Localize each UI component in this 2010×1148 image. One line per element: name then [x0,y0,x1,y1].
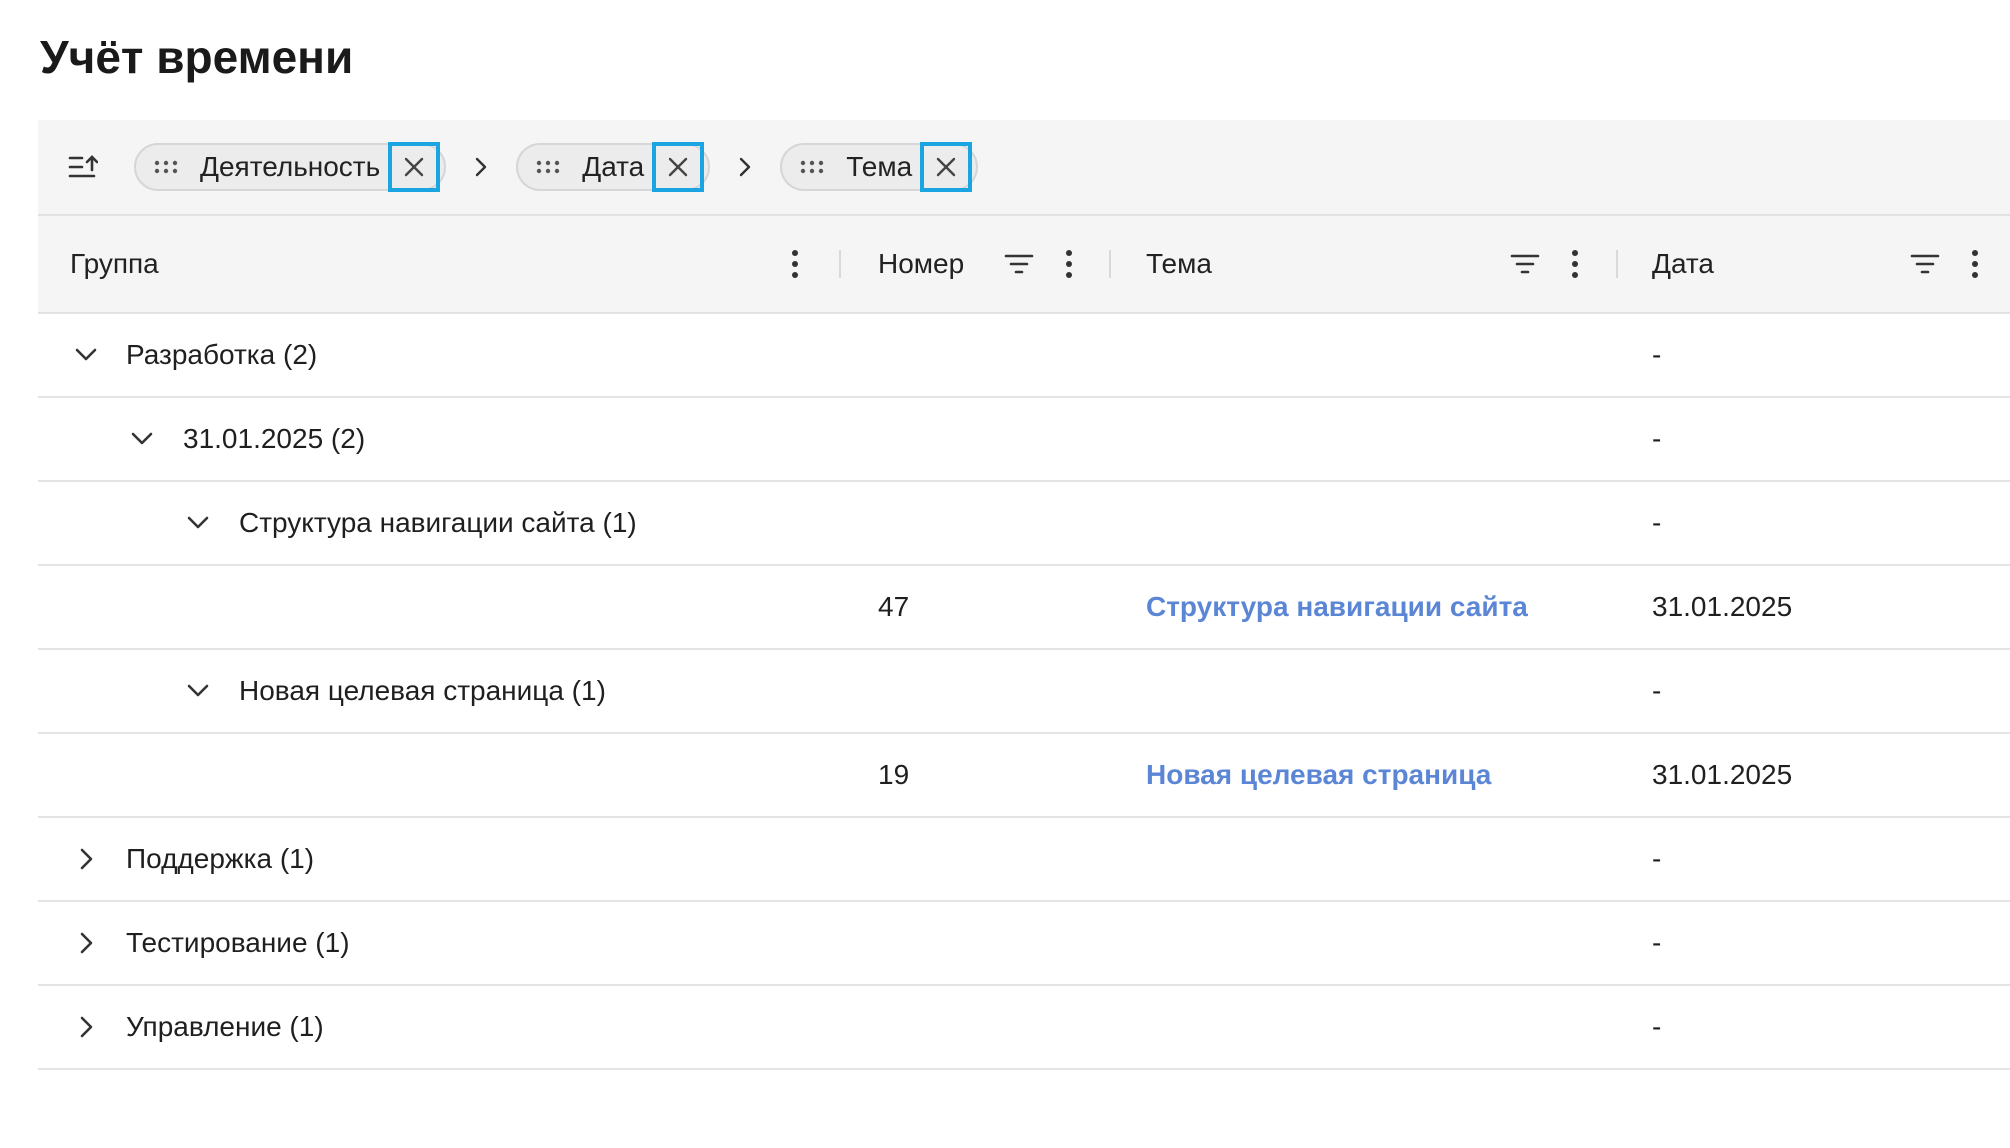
remove-group-button[interactable] [388,142,441,192]
group-row-label: Управление (1) [126,1011,324,1042]
group-by-icon [68,150,102,184]
column-separator[interactable] [1616,250,1618,278]
group-row-label: Новая целевая страница (1) [239,675,606,706]
group-row-label: Структура навигации сайта (1) [239,507,637,538]
group-row[interactable]: Поддержка (1) - [38,818,2010,902]
column-header-date[interactable]: Дата [1652,216,1714,312]
group-row[interactable]: Разработка (2) - [38,314,2010,398]
chevron-down-icon[interactable] [127,398,157,480]
group-row-label: Разработка (2) [126,339,318,370]
cell-date: - [1652,339,1662,370]
table-row[interactable]: 47 Структура навигации сайта 31.01.2025 [38,566,2010,650]
cell-date: - [1652,843,1662,874]
drag-handle-icon[interactable] [800,154,826,180]
column-menu-icon[interactable] [1054,249,1084,279]
data-grid: Деятельность Дата Тема Группа Номер Тема… [38,120,2010,1070]
drag-handle-icon[interactable] [154,154,180,180]
group-chip-date[interactable]: Дата [516,142,711,192]
chevron-right-icon [446,156,516,178]
column-header-number[interactable]: Номер [878,216,964,312]
column-menu-icon[interactable] [1960,249,1990,279]
column-header-group[interactable]: Группа [70,216,159,312]
cell-date: - [1652,507,1662,538]
group-row[interactable]: Управление (1) - [38,986,2010,1070]
group-row[interactable]: Тестирование (1) - [38,902,2010,986]
chevron-down-icon[interactable] [183,650,213,732]
column-header-topic[interactable]: Тема [1146,216,1212,312]
drag-handle-icon[interactable] [536,154,562,180]
group-chip-label: Тема [846,151,913,182]
close-icon [936,157,956,177]
column-separator[interactable] [839,250,841,278]
filter-icon[interactable] [1508,253,1542,275]
column-menu-icon[interactable] [780,249,810,279]
filter-icon[interactable] [1908,253,1942,275]
group-row[interactable]: Структура навигации сайта (1) - [38,482,2010,566]
chevron-right-icon[interactable] [71,818,101,900]
cell-number: 47 [878,591,910,622]
group-row-label: 31.01.2025 (2) [183,423,366,454]
row-group-panel: Деятельность Дата Тема [38,120,2010,216]
group-chip-activity[interactable]: Деятельность [134,142,447,192]
table-row[interactable]: 19 Новая целевая страница 31.01.2025 [38,734,2010,818]
page-title: Учёт времени [40,31,354,83]
cell-date: - [1652,675,1662,706]
group-chip-label: Дата [582,151,645,182]
chevron-right-icon[interactable] [71,902,101,984]
column-header-row: Группа Номер Тема Дата [38,216,2010,314]
filter-icon[interactable] [1002,253,1036,275]
cell-topic-link[interactable]: Структура навигации сайта [1146,566,1528,648]
column-menu-icon[interactable] [1560,249,1590,279]
cell-topic-link[interactable]: Новая целевая страница [1146,734,1491,816]
group-row[interactable]: 31.01.2025 (2) - [38,398,2010,482]
close-icon [669,157,688,177]
cell-date: 31.01.2025 [1652,759,1793,790]
cell-date: - [1652,1011,1662,1042]
chevron-right-icon[interactable] [71,986,101,1068]
group-row-label: Тестирование (1) [126,927,350,958]
chevron-down-icon[interactable] [183,482,213,564]
group-row[interactable]: Новая целевая страница (1) - [38,650,2010,734]
cell-date: 31.01.2025 [1652,591,1793,622]
remove-group-button[interactable] [920,142,973,192]
group-chip-topic[interactable]: Тема [780,142,979,192]
group-row-label: Поддержка (1) [126,843,315,874]
remove-group-button[interactable] [652,142,705,192]
chevron-right-icon [710,156,780,178]
cell-date: - [1652,927,1662,958]
grid-body: Разработка (2) - 31.01.2025 (2) - Структ… [38,314,2010,1070]
cell-number: 19 [878,759,910,790]
close-icon [405,157,424,177]
chevron-down-icon[interactable] [71,314,101,396]
group-chip-label: Деятельность [200,151,381,182]
cell-date: - [1652,423,1662,454]
column-separator[interactable] [1109,250,1111,278]
